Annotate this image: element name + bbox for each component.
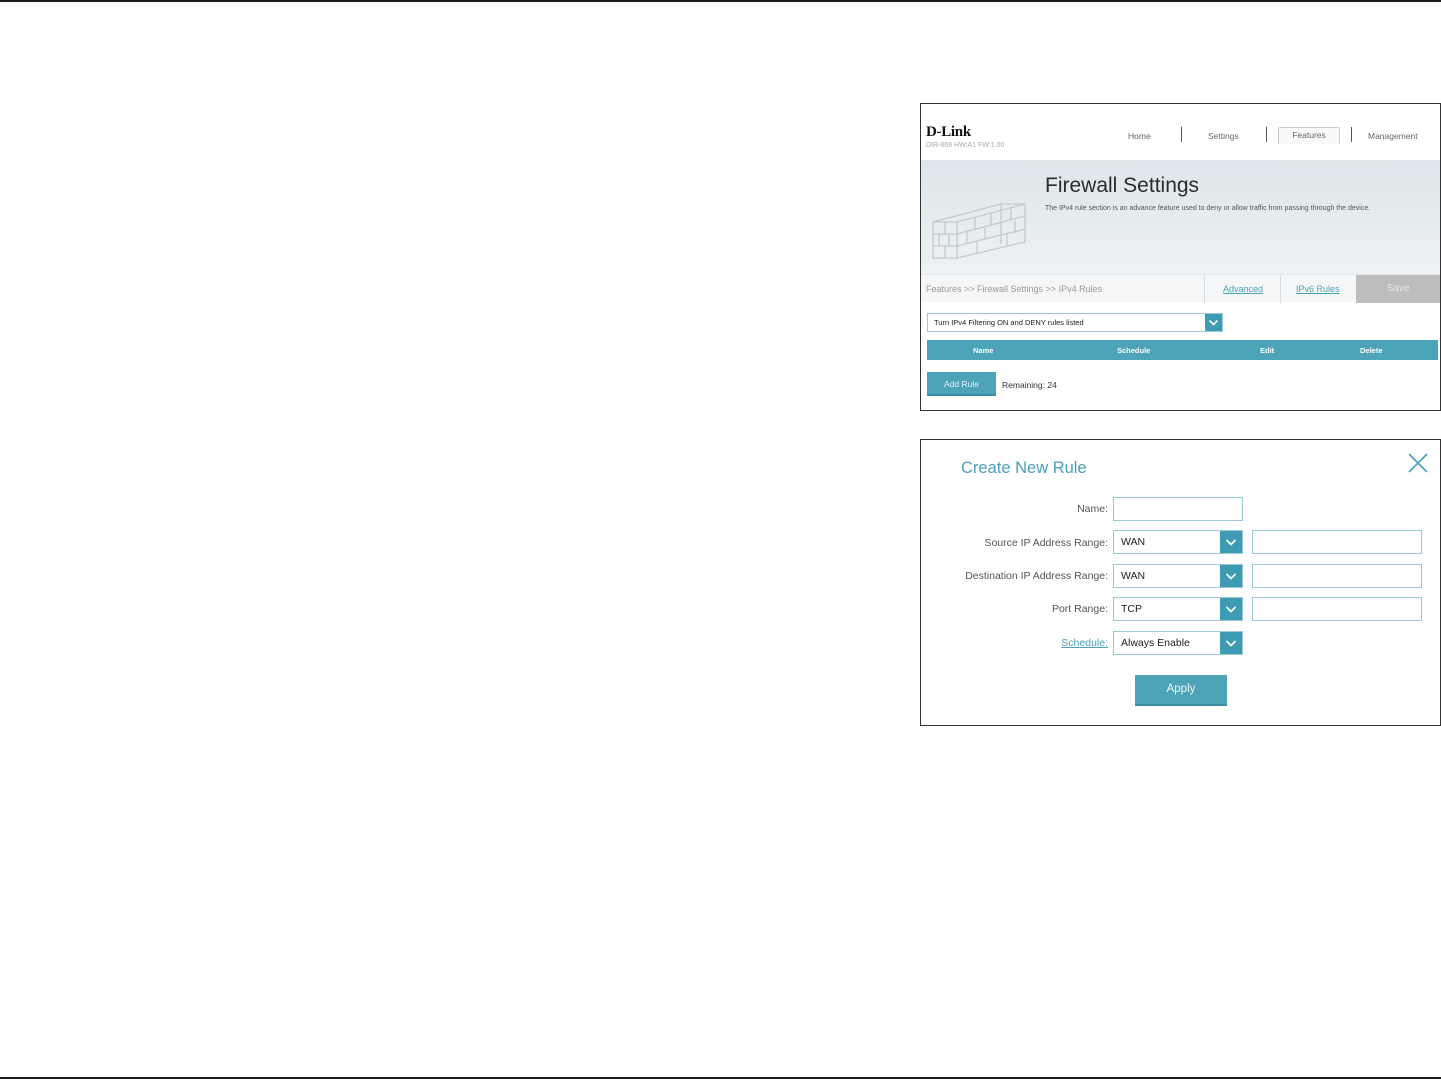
destination-ip-range-select[interactable]: WAN xyxy=(1113,564,1243,588)
advanced-link[interactable]: Advanced xyxy=(1223,284,1263,294)
source-ip-range-value: WAN xyxy=(1121,536,1146,548)
port-range-input[interactable] xyxy=(1252,597,1422,621)
chevron-down-icon[interactable] xyxy=(1220,598,1242,620)
firewall-settings-panel: D-Link DIR-869 HW:A1 FW:1.00 Home Settin… xyxy=(920,103,1441,411)
add-rule-button[interactable]: Add Rule xyxy=(927,372,996,396)
destination-ip-input[interactable] xyxy=(1252,564,1422,588)
source-ip-input[interactable] xyxy=(1252,530,1422,554)
port-range-value: TCP xyxy=(1121,603,1142,615)
column-header-edit: Edit xyxy=(1260,346,1275,355)
schedule-select[interactable]: Always Enable xyxy=(1113,631,1243,655)
page-title: Firewall Settings xyxy=(1045,174,1200,197)
destination-ip-range-value: WAN xyxy=(1121,570,1146,582)
chevron-down-icon[interactable] xyxy=(1220,531,1242,553)
brick-wall-icon xyxy=(932,203,1026,259)
schedule-value: Always Enable xyxy=(1121,637,1190,649)
nav-features[interactable]: Features xyxy=(1278,127,1340,144)
nav-separator xyxy=(1266,127,1267,142)
source-ip-range-label: Source IP Address Range: xyxy=(984,537,1108,549)
port-range-label: Port Range: xyxy=(1051,603,1108,615)
name-label: Name: xyxy=(1077,503,1108,515)
rules-table-header: Name Schedule Edit Delete xyxy=(927,340,1438,360)
chevron-down-icon[interactable] xyxy=(1220,632,1242,654)
nav-home[interactable]: Home xyxy=(1128,131,1151,141)
nav-separator xyxy=(1351,127,1352,142)
ipv4-filter-value: Turn IPv4 Filtering ON and DENY rules li… xyxy=(934,318,1084,327)
nav-separator xyxy=(1181,127,1182,142)
subnav-separator xyxy=(1204,275,1205,303)
chevron-down-icon[interactable] xyxy=(1220,565,1242,587)
save-button[interactable]: Save xyxy=(1356,275,1440,303)
create-new-rule-dialog: Create New Rule Name: Source IP Address … xyxy=(920,439,1441,726)
remaining-count: Remaining: 24 xyxy=(1002,380,1057,390)
page-bottom-rule xyxy=(0,1077,1441,1079)
name-input[interactable] xyxy=(1113,497,1243,521)
close-icon[interactable] xyxy=(1407,452,1429,474)
column-header-schedule: Schedule xyxy=(1117,346,1151,355)
subnav-bar: Features >> Firewall Settings >> IPv4 Ru… xyxy=(921,274,1440,303)
destination-ip-range-label: Destination IP Address Range: xyxy=(965,570,1108,582)
page-banner: Firewall Settings The IPv4 rule section … xyxy=(921,160,1440,274)
dialog-title: Create New Rule xyxy=(961,459,1087,477)
breadcrumb: Features >> Firewall Settings >> IPv4 Ru… xyxy=(926,284,1103,294)
page-top-rule xyxy=(0,0,1441,2)
model-info: DIR-869 HW:A1 FW:1.00 xyxy=(926,142,1005,149)
ipv4-filter-select[interactable]: Turn IPv4 Filtering ON and DENY rules li… xyxy=(927,313,1223,332)
column-header-delete: Delete xyxy=(1360,346,1383,355)
apply-button[interactable]: Apply xyxy=(1135,675,1227,706)
chevron-down-icon[interactable] xyxy=(1205,314,1222,331)
ipv6-rules-link[interactable]: IPv6 Rules xyxy=(1296,284,1340,294)
page-description: The IPv4 rule section is an advance feat… xyxy=(1045,205,1371,212)
source-ip-range-select[interactable]: WAN xyxy=(1113,530,1243,554)
nav-management[interactable]: Management xyxy=(1368,131,1418,141)
subnav-separator xyxy=(1280,275,1281,303)
column-header-name: Name xyxy=(973,346,994,355)
schedule-link[interactable]: Schedule: xyxy=(921,637,1108,649)
port-range-select[interactable]: TCP xyxy=(1113,597,1243,621)
dlink-logo: D-Link xyxy=(926,124,971,140)
nav-settings[interactable]: Settings xyxy=(1208,131,1239,141)
